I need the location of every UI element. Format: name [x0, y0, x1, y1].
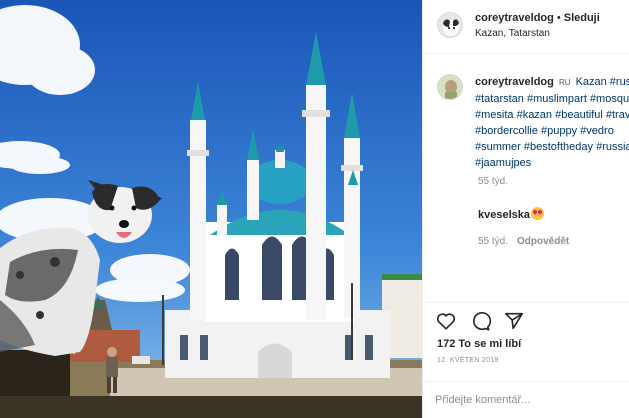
author-username[interactable]: coreytraveldog: [475, 12, 554, 24]
post-date[interactable]: 12. KVĚTEN 2019: [437, 357, 499, 364]
commenter-username[interactable]: kveselska: [478, 209, 530, 221]
caption-line: coreytraveldog RU Kazan #russia: [475, 74, 629, 91]
like-count[interactable]: 172 To se mi líbí: [437, 338, 521, 350]
caption-hashtags[interactable]: #tatarstan #muslimpart #mosque: [475, 91, 629, 107]
speech-bubble-icon[interactable]: [469, 310, 491, 332]
heart-icon[interactable]: [435, 310, 457, 332]
caption-hashtags[interactable]: #bordercollie #puppy #vedro: [475, 123, 629, 139]
commenter-avatar[interactable]: [437, 74, 463, 100]
heart-eyes-emoji-icon: [531, 207, 544, 220]
post-header: coreytraveldog • Sleduji Kazan, Tatarstan: [423, 0, 629, 54]
post-caption: coreytraveldog RU Kazan #russia #tatarst…: [423, 54, 629, 302]
comment-input[interactable]: [435, 390, 620, 410]
caption-username[interactable]: coreytraveldog: [475, 76, 554, 88]
caption-hashtags[interactable]: #jaamujpes: [475, 155, 629, 171]
comment-timestamp[interactable]: 55 týd.: [478, 236, 508, 247]
post-photo[interactable]: [0, 0, 422, 418]
following-button[interactable]: Sleduji: [564, 12, 600, 24]
caption-timestamp[interactable]: 55 týd.: [478, 176, 508, 187]
comment-form: [423, 381, 629, 418]
caption-hashtags[interactable]: Kazan #russia: [576, 76, 629, 88]
post-side-panel: coreytraveldog • Sleduji Kazan, Tatarstan …: [422, 0, 629, 418]
caption-hashtags[interactable]: #summer #bestoftheday #russia: [475, 139, 629, 155]
country-flag: RU: [558, 78, 571, 87]
action-bar: [423, 302, 629, 338]
paper-plane-icon[interactable]: [503, 310, 525, 332]
author-avatar[interactable]: [437, 12, 463, 38]
caption-text: coreytraveldog RU Kazan #russia #tatarst…: [475, 74, 629, 171]
location-link[interactable]: Kazan, Tatarstan: [475, 28, 550, 39]
caption-hashtags[interactable]: #mesita #kazan #beautiful #travel: [475, 107, 629, 123]
header-separator: •: [556, 12, 561, 24]
reply-button[interactable]: Odpovědět: [517, 236, 569, 247]
